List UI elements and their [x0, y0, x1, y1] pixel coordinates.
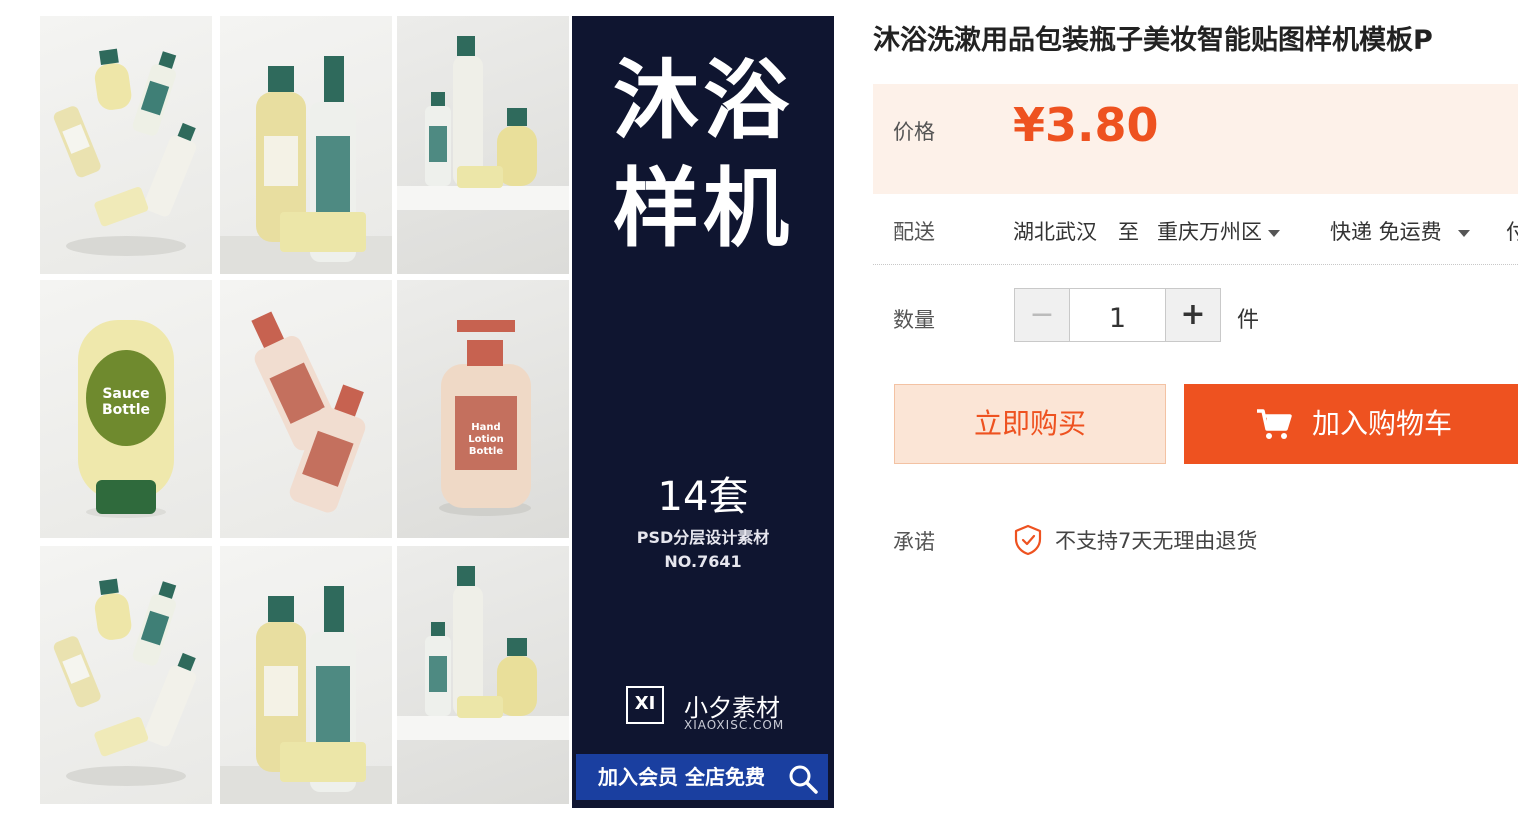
brand-url: XIAOXISC.COM [684, 718, 785, 732]
product-title: 沐浴洗漱用品包装瓶子美妆智能贴图样机模板P [873, 25, 1433, 56]
gallery-tile-wall-shelf[interactable] [397, 16, 569, 274]
ship-from: 湖北武汉 [1013, 220, 1097, 244]
ship-method-select[interactable]: 快递 免运费 [1330, 216, 1470, 246]
gallery-tile-sauce-bottle[interactable]: Sauce Bottle [40, 280, 212, 538]
quantity-input[interactable]: 1 [1070, 289, 1165, 341]
gallery-tile-floating-bottles[interactable] [40, 16, 212, 274]
decrement-button[interactable]: − [1015, 289, 1070, 341]
banner-psd-text: PSD分层设计素材 [636, 528, 770, 547]
shield-check-icon [1014, 524, 1042, 556]
promise-label: 承诺 [893, 530, 935, 554]
buy-now-button[interactable]: 立即购买 [894, 384, 1166, 464]
shipping-label: 配送 [893, 220, 935, 244]
increment-button[interactable]: + [1165, 289, 1220, 341]
cart-icon [1257, 409, 1292, 439]
promo-banner[interactable]: 沐浴 样机 14套 PSD分层设计素材 NO.7641 XI 小夕素材 XIAO… [572, 16, 834, 808]
add-to-cart-label: 加入购物车 [1312, 407, 1453, 440]
banner-number: NO.7641 [664, 552, 742, 571]
price-box: 价格 ¥3.80 [873, 84, 1518, 194]
ship-to-word: 至 [1118, 220, 1139, 244]
gallery-tile-lotion-bottle[interactable]: Hand Lotion Bottle [397, 280, 569, 538]
chevron-down-icon [1457, 229, 1470, 237]
price-label: 价格 [893, 120, 935, 144]
quantity-stepper: − 1 + [1014, 288, 1221, 342]
svg-text:Bottle: Bottle [102, 402, 150, 418]
gallery-tile-pump-pair[interactable] [220, 280, 392, 538]
svg-text:Bottle: Bottle [469, 446, 503, 457]
ship-destination: 重庆万州区 [1157, 220, 1262, 244]
ship-method: 快递 免运费 [1330, 220, 1442, 244]
gallery-tile-shelf-bottles-2[interactable] [220, 546, 392, 804]
promise-text: 不支持7天无理由退货 [1055, 529, 1258, 553]
banner-title-line1: 沐浴 [613, 51, 793, 151]
svg-text:Sauce: Sauce [102, 386, 149, 402]
ship-extra: 付 [1506, 220, 1518, 244]
divider [873, 264, 1518, 265]
brand-logo: XI [626, 686, 664, 724]
zoom-icon[interactable] [788, 764, 818, 794]
banner-count: 14套 [657, 474, 749, 520]
gallery-tile-floating-bottles-2[interactable] [40, 546, 212, 804]
quantity-unit: 件 [1237, 308, 1260, 333]
price-value: ¥3.80 [1013, 98, 1159, 152]
chevron-down-icon [1268, 229, 1280, 237]
product-gallery[interactable]: Sauce Bottle Hand Lotion Bottle 沐浴 样机 14… [40, 14, 835, 810]
ship-destination-select[interactable]: 重庆万州区 [1157, 216, 1280, 246]
banner-title-line2: 样机 [613, 159, 793, 259]
gallery-tile-shelf-bottles[interactable] [220, 16, 392, 274]
add-to-cart-button[interactable]: 加入购物车 [1184, 384, 1518, 464]
svg-text:Hand: Hand [471, 422, 500, 433]
gallery-tile-wall-shelf-2[interactable] [397, 546, 569, 804]
svg-text:Lotion: Lotion [468, 434, 503, 445]
quantity-label: 数量 [893, 308, 935, 332]
